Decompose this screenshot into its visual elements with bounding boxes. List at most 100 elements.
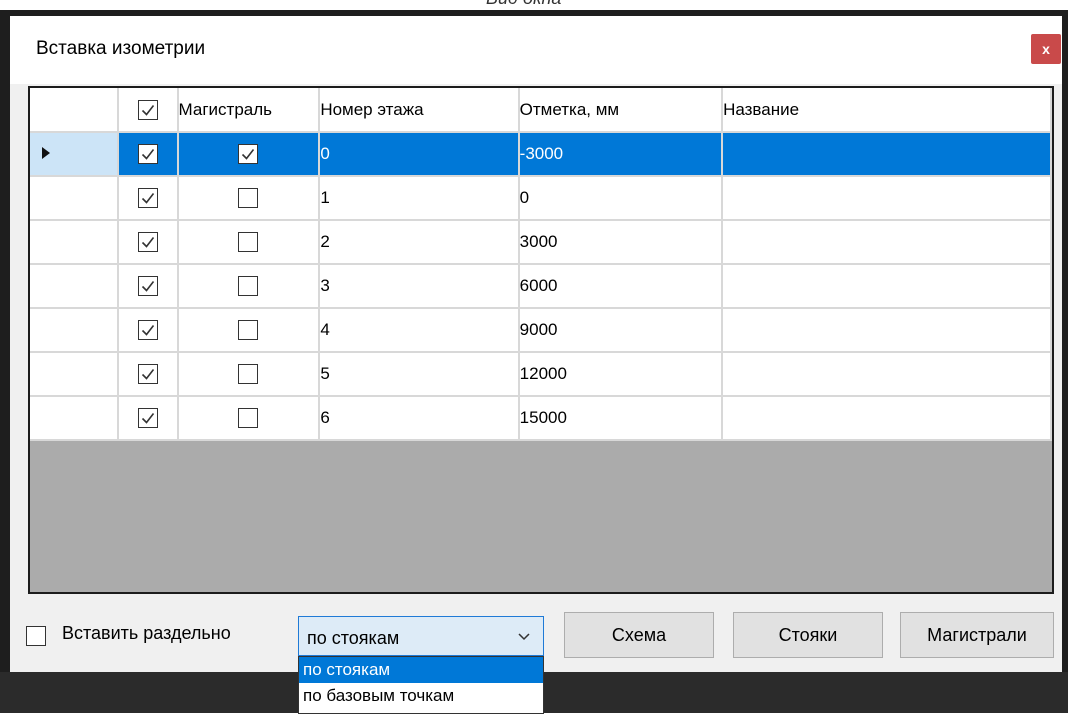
header-select-all[interactable] <box>117 88 179 133</box>
table-row[interactable]: 3 6000 <box>30 264 1052 309</box>
title-bar[interactable]: Вставка изометрии x <box>10 16 1062 84</box>
mains-button[interactable]: Магистрали <box>900 612 1054 658</box>
row-enabled-checkbox[interactable] <box>137 232 158 253</box>
row-main-cell[interactable] <box>177 220 321 265</box>
row-main-checkbox[interactable] <box>238 320 259 341</box>
row-main-cell[interactable] <box>177 132 321 177</box>
insert-separately-checkbox[interactable] <box>26 626 46 646</box>
elevation-cell[interactable]: 12000 <box>518 352 724 397</box>
row-main-checkbox[interactable] <box>238 408 259 429</box>
row-main-cell[interactable] <box>177 308 321 353</box>
elevation-cell[interactable]: 9000 <box>518 308 724 353</box>
row-header[interactable] <box>30 352 119 397</box>
name-cell[interactable] <box>722 264 1052 309</box>
row-header[interactable] <box>30 220 119 265</box>
risers-button-label: Стояки <box>778 624 838 645</box>
mains-button-label: Магистрали <box>927 624 1027 645</box>
grid-header-row: Магистраль Номер этажа Отметка, мм Назва… <box>30 88 1052 133</box>
name-cell[interactable] <box>722 220 1052 265</box>
column-header-mark[interactable]: Отметка, мм <box>518 88 724 133</box>
background-frame-left <box>0 10 10 713</box>
elevation-cell[interactable]: -3000 <box>518 132 724 177</box>
name-cell[interactable] <box>722 308 1052 353</box>
floors-table: Магистраль Номер этажа Отметка, мм Назва… <box>30 88 1052 441</box>
scheme-button-label: Схема <box>611 624 667 645</box>
elevation-cell[interactable]: 0 <box>518 176 724 221</box>
insert-isometry-dialog: Вставка изометрии x Магистраль Номер эта… <box>10 16 1062 714</box>
column-header-name[interactable]: Название <box>722 88 1052 133</box>
close-button[interactable]: x <box>1031 34 1061 64</box>
scheme-button[interactable]: Схема <box>564 612 714 658</box>
header-corner <box>30 88 119 133</box>
row-enabled-cell[interactable] <box>117 396 179 441</box>
row-enabled-cell[interactable] <box>117 132 179 177</box>
row-header[interactable] <box>30 176 119 221</box>
checkmark-icon <box>141 413 154 424</box>
name-cell[interactable] <box>722 352 1052 397</box>
row-enabled-checkbox[interactable] <box>137 144 158 165</box>
row-header[interactable] <box>30 308 119 353</box>
floor-number-cell[interactable]: 4 <box>319 308 520 353</box>
row-enabled-cell[interactable] <box>117 220 179 265</box>
row-enabled-cell[interactable] <box>117 264 179 309</box>
row-header[interactable] <box>30 132 119 177</box>
row-main-checkbox[interactable] <box>238 144 259 165</box>
row-enabled-checkbox[interactable] <box>137 320 158 341</box>
row-main-cell[interactable] <box>177 396 321 441</box>
checkmark-icon <box>141 369 154 380</box>
current-row-arrow-icon <box>42 147 50 159</box>
row-enabled-checkbox[interactable] <box>137 364 158 385</box>
table-row[interactable]: 2 3000 <box>30 220 1052 265</box>
floor-number-cell[interactable]: 6 <box>319 396 520 441</box>
name-cell[interactable] <box>722 132 1052 177</box>
checkmark-icon <box>141 104 154 116</box>
dropdown-option[interactable]: по стоякам <box>299 657 543 683</box>
row-header[interactable] <box>30 396 119 441</box>
floor-number-cell[interactable]: 5 <box>319 352 520 397</box>
background-frame-right <box>1062 10 1068 713</box>
mode-select-dropdown: по стоякам по базовым точкам <box>298 656 544 714</box>
row-enabled-checkbox[interactable] <box>137 408 158 429</box>
row-header[interactable] <box>30 264 119 309</box>
row-main-checkbox[interactable] <box>238 232 259 253</box>
name-cell[interactable] <box>722 396 1052 441</box>
risers-button[interactable]: Стояки <box>733 612 883 658</box>
row-main-cell[interactable] <box>177 176 321 221</box>
floor-number-cell[interactable]: 0 <box>319 132 520 177</box>
row-enabled-cell[interactable] <box>117 308 179 353</box>
table-row[interactable]: 5 12000 <box>30 352 1052 397</box>
close-icon: x <box>1042 41 1050 57</box>
row-enabled-cell[interactable] <box>117 176 179 221</box>
row-enabled-checkbox[interactable] <box>137 188 158 209</box>
row-enabled-checkbox[interactable] <box>137 276 158 297</box>
floor-number-cell[interactable]: 1 <box>319 176 520 221</box>
elevation-cell[interactable]: 15000 <box>518 396 724 441</box>
checkmark-icon <box>141 193 154 204</box>
select-all-checkbox[interactable] <box>137 99 158 120</box>
row-main-checkbox[interactable] <box>238 188 259 209</box>
caption-strip: Вид окна <box>0 0 1068 10</box>
row-main-cell[interactable] <box>177 352 321 397</box>
dropdown-option[interactable]: по базовым точкам <box>299 683 543 709</box>
table-row[interactable]: 0 -3000 <box>30 132 1052 177</box>
elevation-cell[interactable]: 3000 <box>518 220 724 265</box>
mode-select-value: по стоякам <box>307 628 400 648</box>
name-cell[interactable] <box>722 176 1052 221</box>
column-header-floor[interactable]: Номер этажа <box>319 88 520 133</box>
row-enabled-cell[interactable] <box>117 352 179 397</box>
table-row[interactable]: 6 15000 <box>30 396 1052 441</box>
insert-separately-label: Вставить раздельно <box>62 623 231 643</box>
column-header-main[interactable]: Магистраль <box>177 88 321 133</box>
row-main-checkbox[interactable] <box>238 276 259 297</box>
elevation-cell[interactable]: 6000 <box>518 264 724 309</box>
chevron-down-icon <box>518 633 530 641</box>
floor-number-cell[interactable]: 3 <box>319 264 520 309</box>
table-row[interactable]: 10 <box>30 176 1052 221</box>
mode-select[interactable]: по стоякам <box>298 616 544 656</box>
floor-number-cell[interactable]: 2 <box>319 220 520 265</box>
floors-grid[interactable]: Магистраль Номер этажа Отметка, мм Назва… <box>28 86 1054 594</box>
row-main-cell[interactable] <box>177 264 321 309</box>
checkmark-icon <box>141 325 154 336</box>
table-row[interactable]: 4 9000 <box>30 308 1052 353</box>
row-main-checkbox[interactable] <box>238 364 259 385</box>
